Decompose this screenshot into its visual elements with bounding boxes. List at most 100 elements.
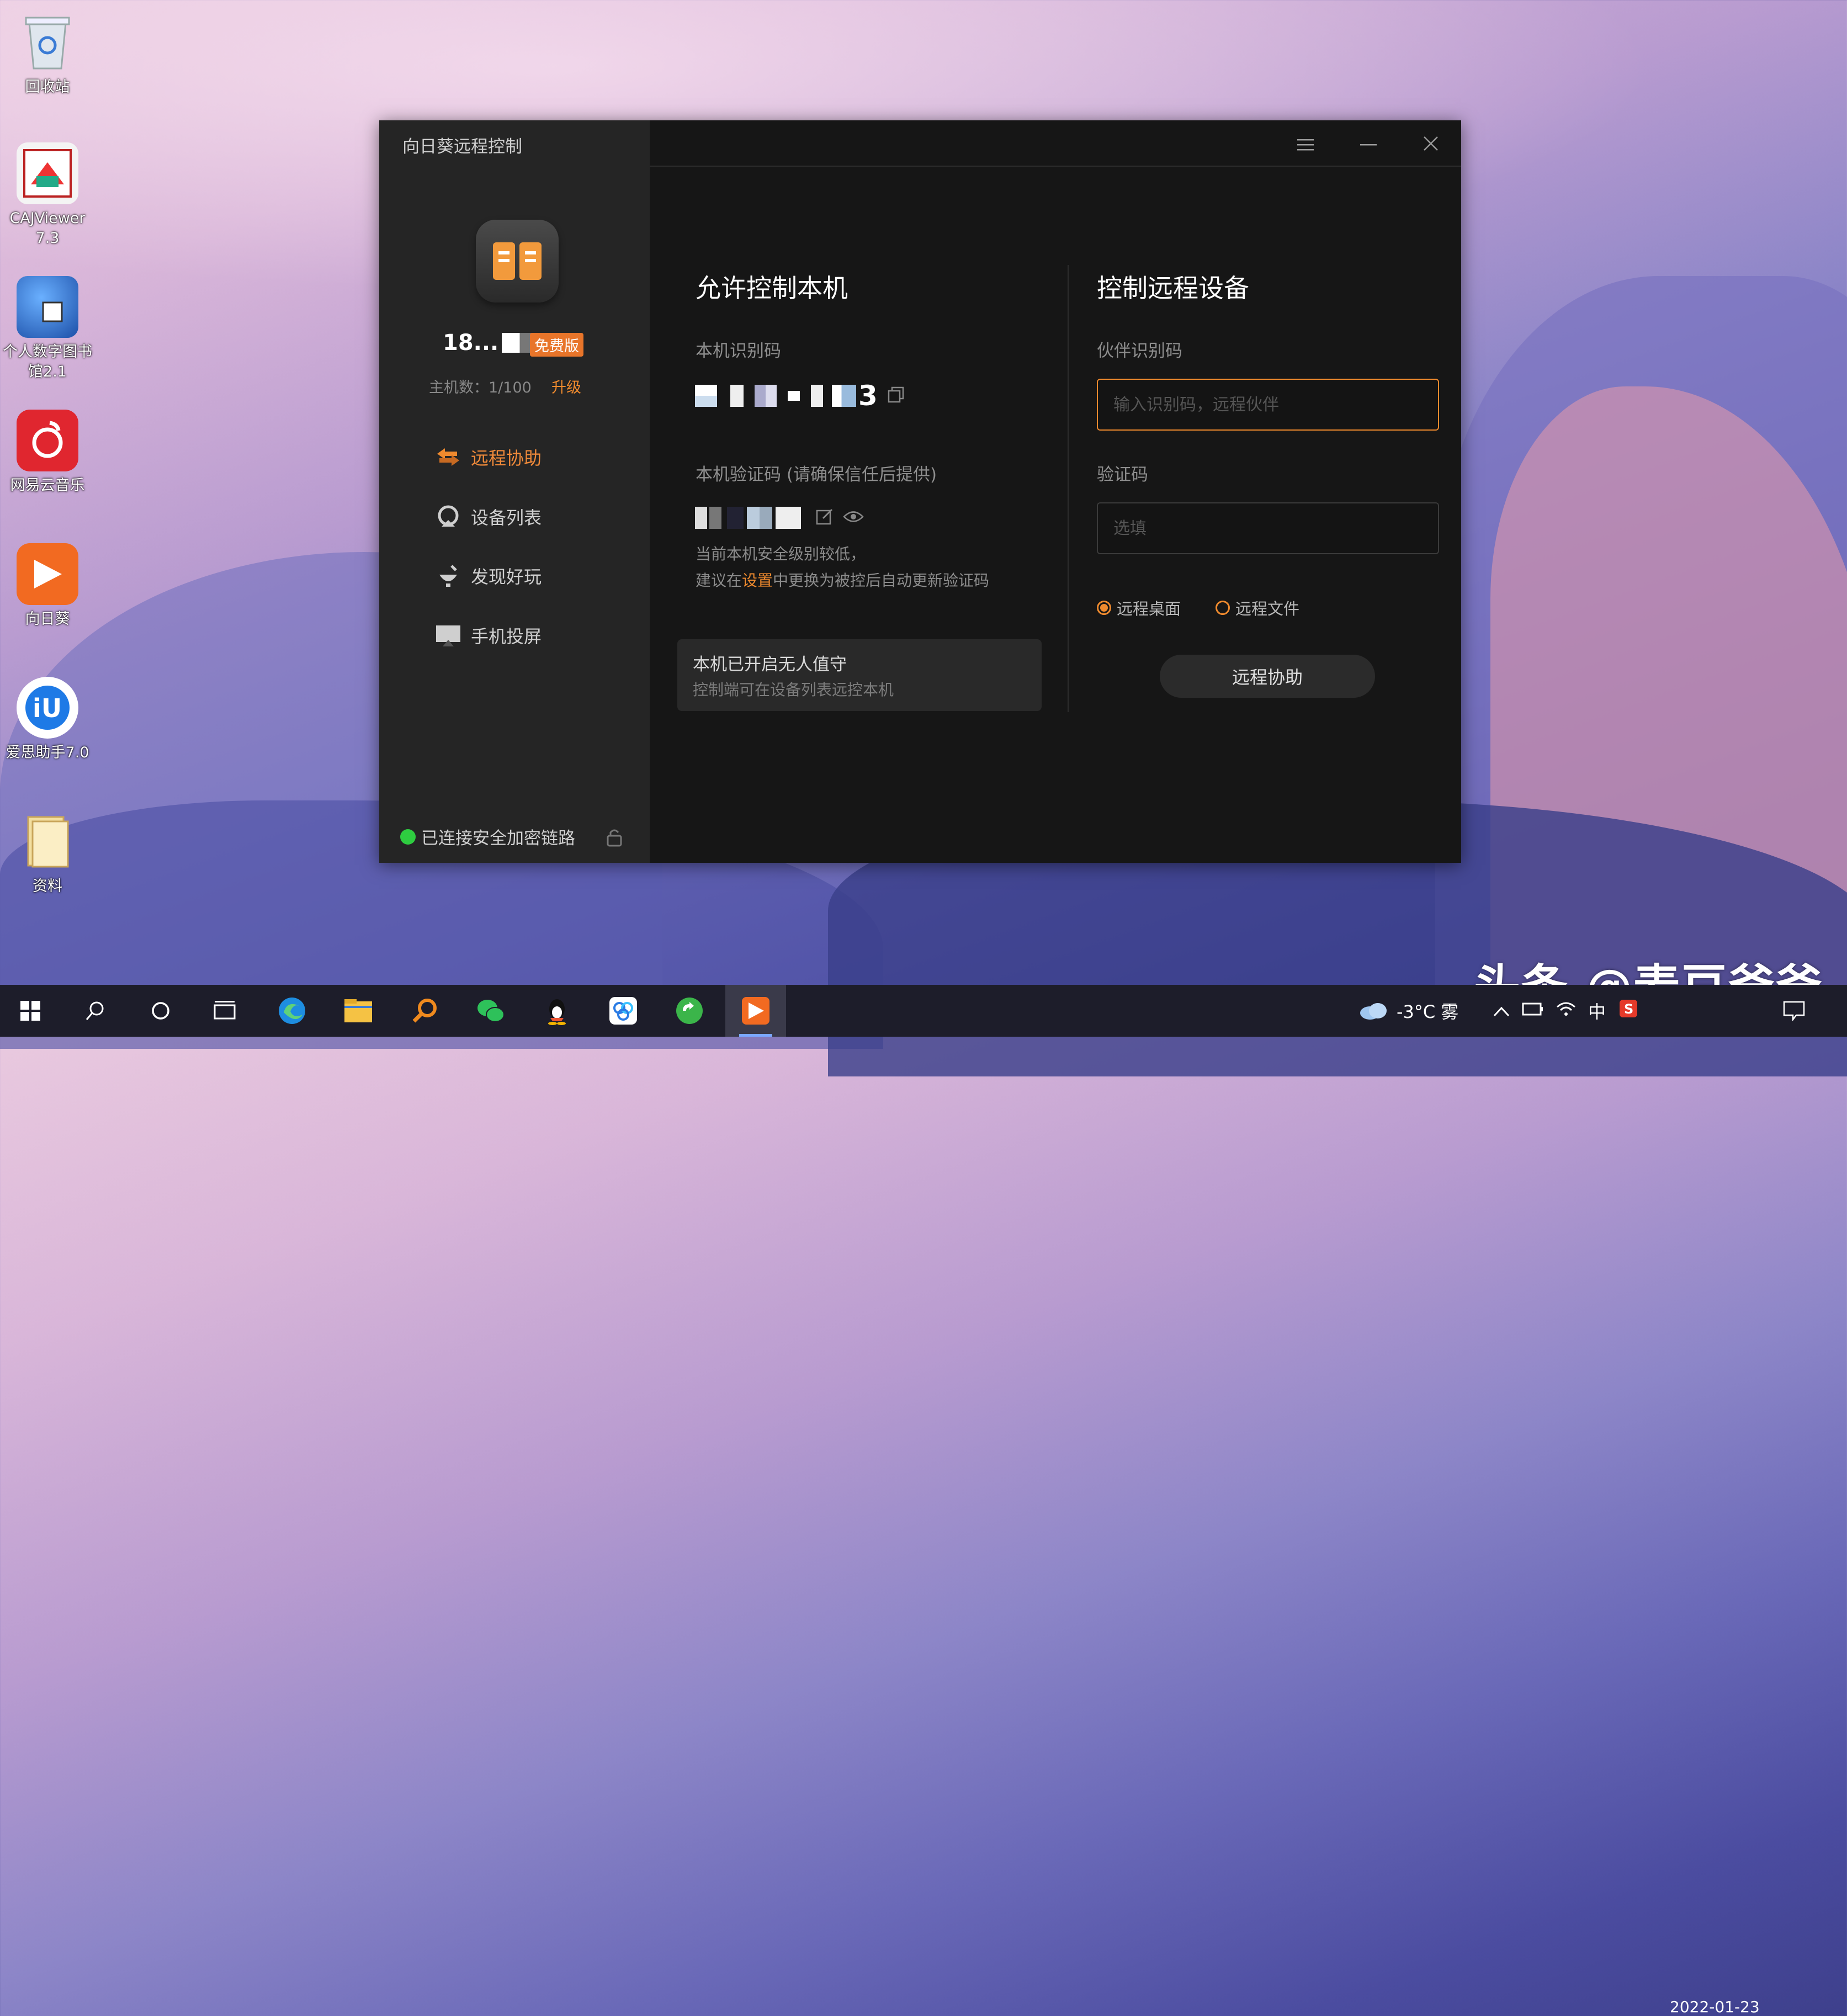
notification-button[interactable]: [1783, 985, 1805, 1037]
desktop-icon-netease-music[interactable]: 网易云音乐: [0, 410, 95, 496]
recycle-bin-icon: [17, 11, 78, 73]
book-icon: [493, 242, 542, 280]
close-button[interactable]: [1417, 131, 1445, 157]
sogou-input-icon[interactable]: S: [1619, 999, 1638, 1022]
taskbar-explorer[interactable]: [328, 985, 389, 1037]
minimize-icon: [1360, 144, 1377, 146]
desktop-icon-sunlogin[interactable]: 向日葵: [0, 543, 95, 629]
qq-penguin-icon: [548, 999, 566, 1025]
user-id-mask: [502, 333, 532, 353]
security-hint: 当前本机安全级别较低， 建议在设置中更换为被控后自动更新验证码: [696, 541, 989, 594]
menu-button[interactable]: [1292, 131, 1319, 157]
control-remote-title: 控制远程设备: [1097, 273, 1249, 303]
battery-icon[interactable]: [1522, 1000, 1544, 1021]
taskbar-wechat[interactable]: [460, 985, 521, 1037]
local-id-value: 3: [695, 380, 904, 412]
chevron-up-icon[interactable]: [1493, 1000, 1510, 1021]
discover-icon: [434, 562, 462, 590]
security-hint-line2: 建议在设置中更换为被控后自动更新验证码: [696, 571, 990, 590]
start-button[interactable]: [0, 985, 61, 1037]
lock-icon[interactable]: [606, 827, 623, 849]
weather-text: -3°C 雾: [1397, 1001, 1459, 1022]
task-view-button[interactable]: [194, 985, 255, 1037]
desktop-icon-label: 爱思助手7.0: [6, 744, 89, 761]
local-id-label: 本机识别码: [696, 341, 781, 361]
partner-id-input[interactable]: [1097, 379, 1439, 431]
security-hint-line1: 当前本机安全级别较低，: [696, 545, 866, 563]
radio-checked-icon: [1097, 601, 1111, 615]
taskbar: -3°C 雾 中 S 2022-01-23: [0, 985, 1847, 2016]
settings-link[interactable]: 设置: [742, 571, 773, 590]
task-view-icon: [214, 1001, 236, 1020]
desktop-icon-label: CAJViewer 7.3: [9, 210, 86, 247]
titlebar-divider: [650, 166, 1461, 167]
taskbar-green-app[interactable]: [659, 985, 720, 1037]
taskbar-edge[interactable]: [262, 985, 322, 1037]
unattended-notice: 本机已开启无人值守 控制端可在设备列表远控本机: [677, 639, 1042, 711]
taskbar-everything[interactable]: [394, 985, 455, 1037]
nav-device-list[interactable]: 设备列表: [434, 500, 542, 533]
desktop-icon-label: 网易云音乐: [10, 477, 85, 494]
desktop-icon-folder[interactable]: 资料: [0, 810, 95, 896]
verify-code-input[interactable]: [1097, 502, 1439, 554]
app-title: 向日葵远程控制: [402, 137, 522, 157]
globe-icon: [17, 276, 78, 338]
notice-subtitle: 控制端可在设备列表远控本机: [693, 681, 894, 699]
nav-label: 手机投屏: [471, 626, 542, 647]
free-edition-badge: 免费版: [530, 333, 583, 357]
cortana-button[interactable]: [130, 985, 191, 1037]
desktop-icon-cajviewer[interactable]: CAJViewer 7.3: [0, 142, 95, 248]
windows-icon: [20, 1001, 40, 1021]
desktop-icon-label: 回收站: [25, 78, 70, 96]
taskbar-qq[interactable]: [527, 985, 587, 1037]
eye-icon[interactable]: [843, 510, 864, 526]
nav-label: 发现好玩: [471, 566, 542, 587]
taskbar-sunlogin[interactable]: [725, 985, 786, 1037]
search-icon: [86, 1001, 104, 1020]
partner-id-label: 伙伴识别码: [1097, 341, 1182, 361]
desktop-icon-i4-assistant[interactable]: iU 爱思助手7.0: [0, 677, 95, 763]
local-id-suffix: 3: [858, 380, 878, 412]
i4-assistant-icon: iU: [17, 677, 78, 739]
cloud-icon: [1360, 1003, 1387, 1020]
notification-icon: [1783, 1001, 1805, 1021]
nav-phone-cast[interactable]: 手机投屏: [434, 619, 542, 652]
edit-icon[interactable]: [815, 507, 834, 528]
radio-label: 远程文件: [1235, 600, 1300, 618]
local-code-label: 本机验证码 (请确保信任后提供): [696, 465, 937, 485]
minimize-button[interactable]: [1355, 131, 1382, 157]
system-tray: 中 S: [1493, 985, 1638, 1037]
nav-label: 远程协助: [471, 448, 542, 469]
search-button[interactable]: [65, 985, 126, 1037]
remote-assist-button[interactable]: 远程协助: [1160, 655, 1375, 698]
weather-widget[interactable]: -3°C 雾: [1358, 985, 1458, 1037]
folder-icon: [344, 999, 372, 1022]
nav-remote-assist[interactable]: 远程协助: [434, 441, 542, 474]
taskbar-baidu-netdisk[interactable]: [593, 985, 654, 1037]
edge-icon: [279, 998, 305, 1024]
nav-discover[interactable]: 发现好玩: [434, 559, 542, 592]
desktop-icon-label: 向日葵: [25, 611, 70, 628]
desktop-icon-recycle-bin[interactable]: 回收站: [0, 11, 95, 97]
cloud-drive-icon: [609, 997, 637, 1025]
magnifier-icon: [412, 999, 437, 1023]
upgrade-link[interactable]: 升级: [551, 375, 581, 397]
svg-text:iU: iU: [33, 693, 62, 723]
ime-indicator[interactable]: 中: [1588, 998, 1606, 1023]
sunlogin-window: 向日葵远程控制 18... 免费版 主机数：1/100 升级 远程协助 设备列表…: [379, 120, 1461, 863]
device-list-icon: [434, 503, 462, 530]
taskbar-date[interactable]: 2022-01-23: [1670, 1998, 1760, 2016]
host-count: 主机数：1/100: [429, 379, 532, 396]
radio-label: 远程桌面: [1117, 600, 1181, 618]
radio-remote-file[interactable]: 远程文件: [1216, 596, 1299, 619]
secure-status: 已连接安全加密链路: [400, 824, 575, 849]
folder-icon: [17, 810, 78, 872]
desktop-icon-label: 个人数字图书馆2.1: [3, 343, 92, 380]
desktop-icon-label: 资料: [33, 878, 62, 895]
wifi-icon[interactable]: [1556, 1000, 1576, 1021]
radio-remote-desktop[interactable]: 远程桌面: [1097, 596, 1181, 619]
copy-icon[interactable]: [888, 386, 904, 405]
desktop-icon-digital-library[interactable]: 个人数字图书馆2.1: [0, 276, 95, 382]
secure-status-text: 已连接安全加密链路: [421, 829, 575, 848]
remote-assist-icon: [434, 443, 462, 471]
